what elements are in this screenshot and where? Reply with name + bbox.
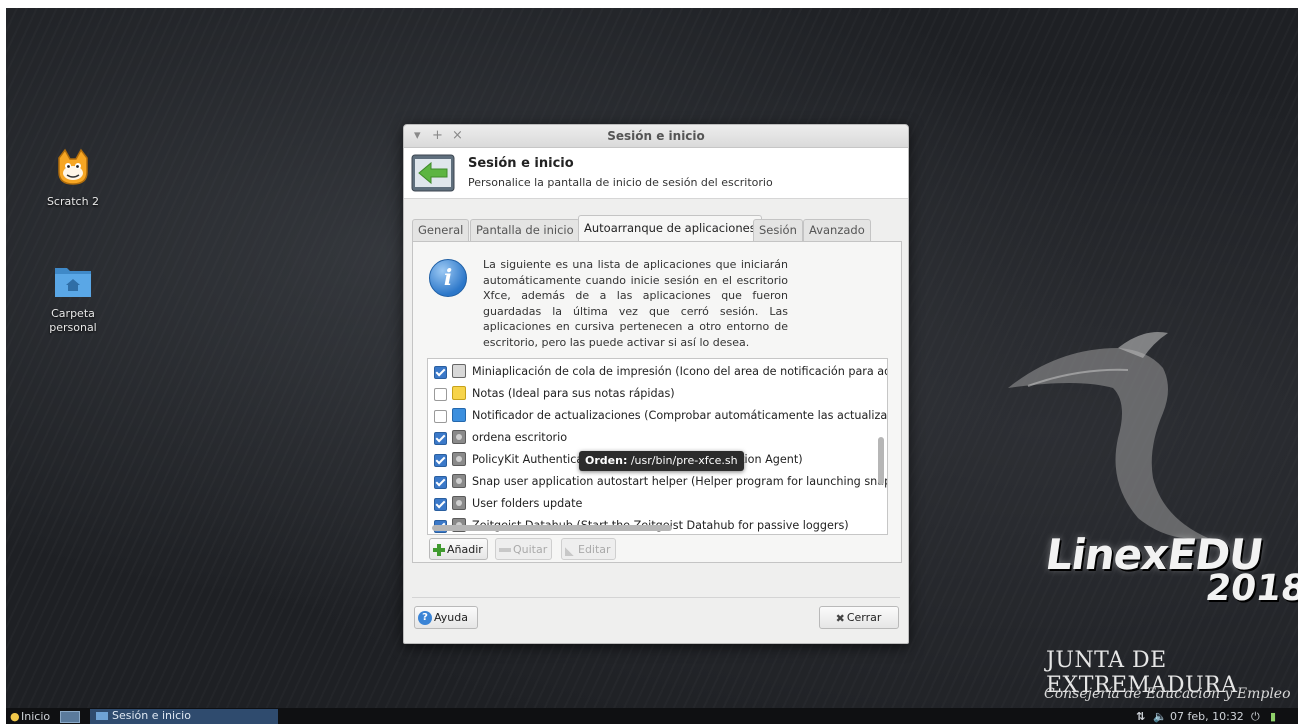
volume-icon[interactable]: 🔈 [1153, 710, 1167, 723]
info-icon: i [429, 259, 467, 297]
desktop-icon-label: Carpeta personal [49, 307, 97, 334]
edit-button-label: Editar [578, 543, 611, 556]
list-item[interactable]: Miniaplicación de cola de impresión (Ico… [428, 361, 887, 383]
help-button-label: Ayuda [434, 611, 468, 624]
close-button-label: Cerrar [846, 611, 882, 624]
dialog-header: Sesión e inicio Personalice la pantalla … [404, 148, 908, 199]
taskbar-window-button[interactable]: Sesión e inicio [90, 709, 278, 724]
autostart-panel: i La siguiente es una lista de aplicacio… [412, 241, 902, 563]
home-folder-icon [55, 268, 91, 297]
taskbar-window-label: Sesión e inicio [112, 709, 191, 722]
app-checkbox[interactable] [434, 476, 447, 489]
printer-icon [452, 364, 466, 378]
update-icon [452, 408, 466, 422]
list-item[interactable]: Notas (Ideal para sus notas rápidas) [428, 383, 887, 405]
add-button-label: Añadir [447, 543, 483, 556]
app-label: ordena escritorio [472, 431, 568, 444]
tab-general[interactable]: General [412, 219, 470, 241]
desktop-icon-scratch[interactable]: Scratch 2 [28, 148, 118, 209]
gear-icon [452, 496, 466, 510]
notes-icon [452, 386, 466, 400]
edit-button[interactable]: Editar [561, 538, 616, 560]
brand-year: 2018 [1203, 568, 1298, 609]
power-icon[interactable]: ⏻ [1251, 710, 1260, 724]
app-checkbox[interactable] [434, 498, 447, 511]
start-menu-label[interactable]: Inicio [21, 710, 50, 723]
header-subtitle: Personalice la pantalla de inicio de ses… [468, 176, 773, 189]
tooltip-value: /usr/bin/pre-xfce.sh [630, 454, 738, 467]
taskbar: ● Inicio Sesión e inicio ⇅ 🔈 07 feb, 10:… [6, 708, 1298, 724]
edit-icon [565, 544, 576, 556]
command-tooltip: Orden: /usr/bin/pre-xfce.sh [579, 451, 744, 471]
app-checkbox[interactable] [434, 454, 447, 467]
show-desktop-icon[interactable] [60, 711, 80, 723]
network-icon[interactable]: ⇅ [1136, 710, 1145, 723]
tab-session[interactable]: Sesión [753, 219, 803, 241]
horizontal-scrollbar[interactable] [432, 525, 672, 531]
app-label: Miniaplicación de cola de impresión (Ico… [472, 365, 888, 378]
gear-icon [452, 430, 466, 444]
app-checkbox[interactable] [434, 410, 447, 423]
session-arrow-icon [411, 154, 455, 192]
info-text: La siguiente es una lista de aplicacione… [483, 258, 788, 349]
desktop-icon-label: Scratch 2 [46, 195, 100, 208]
app-checkbox[interactable] [434, 432, 447, 445]
app-label: Notas (Ideal para sus notas rápidas) [472, 387, 675, 400]
start-menu-icon[interactable]: ● [10, 710, 20, 723]
divider [412, 597, 900, 598]
clock[interactable]: 07 feb, 10:32 [1170, 710, 1244, 723]
help-button[interactable]: ? Ayuda [414, 606, 478, 629]
battery-icon: ▮ [1270, 710, 1277, 723]
list-item[interactable]: User folders update [428, 493, 887, 515]
gear-icon [452, 452, 466, 466]
app-label: Snap user application autostart helper (… [472, 475, 888, 488]
remove-button[interactable]: Quitar [495, 538, 553, 560]
close-icon: ✖ [835, 611, 845, 625]
list-item[interactable]: Snap user application autostart helper (… [428, 471, 887, 493]
window-icon [96, 712, 108, 720]
window-titlebar[interactable]: ▾ + × Sesión e inicio [404, 125, 908, 148]
app-checkbox[interactable] [434, 366, 447, 379]
tooltip-prefix: Orden: [585, 454, 628, 467]
list-item[interactable]: Notificador de actualizaciones (Comproba… [428, 405, 887, 427]
remove-button-label: Quitar [513, 543, 548, 556]
app-checkbox[interactable] [434, 388, 447, 401]
tab-login-screen[interactable]: Pantalla de inicio [470, 219, 580, 241]
autostart-app-list[interactable]: Miniaplicación de cola de impresión (Ico… [427, 358, 888, 535]
desktop-icon-home-folder[interactable]: Carpeta personal [28, 262, 118, 335]
brand-consejeria: Consejería de Educación y Empleo [1044, 686, 1291, 702]
tab-advanced[interactable]: Avanzado [803, 219, 871, 241]
remove-icon [499, 548, 511, 552]
header-title: Sesión e inicio [468, 156, 574, 171]
app-label: Notificador de actualizaciones (Comproba… [472, 409, 888, 422]
add-button[interactable]: Añadir [429, 538, 488, 560]
add-icon [433, 544, 445, 556]
tab-autostart[interactable]: Autoarranque de aplicaciones [578, 215, 762, 242]
help-icon: ? [418, 611, 432, 625]
scratch-cat-icon [58, 148, 88, 185]
app-label: User folders update [472, 497, 583, 510]
gear-icon [452, 474, 466, 488]
list-item[interactable]: ordena escritorio [428, 427, 887, 449]
session-startup-window: ▾ + × Sesión e inicio Sesión e inicio Pe… [403, 124, 909, 644]
vertical-scrollbar[interactable] [878, 437, 884, 485]
window-title: Sesión e inicio [607, 129, 705, 143]
close-button[interactable]: ✖ Cerrar [819, 606, 899, 629]
